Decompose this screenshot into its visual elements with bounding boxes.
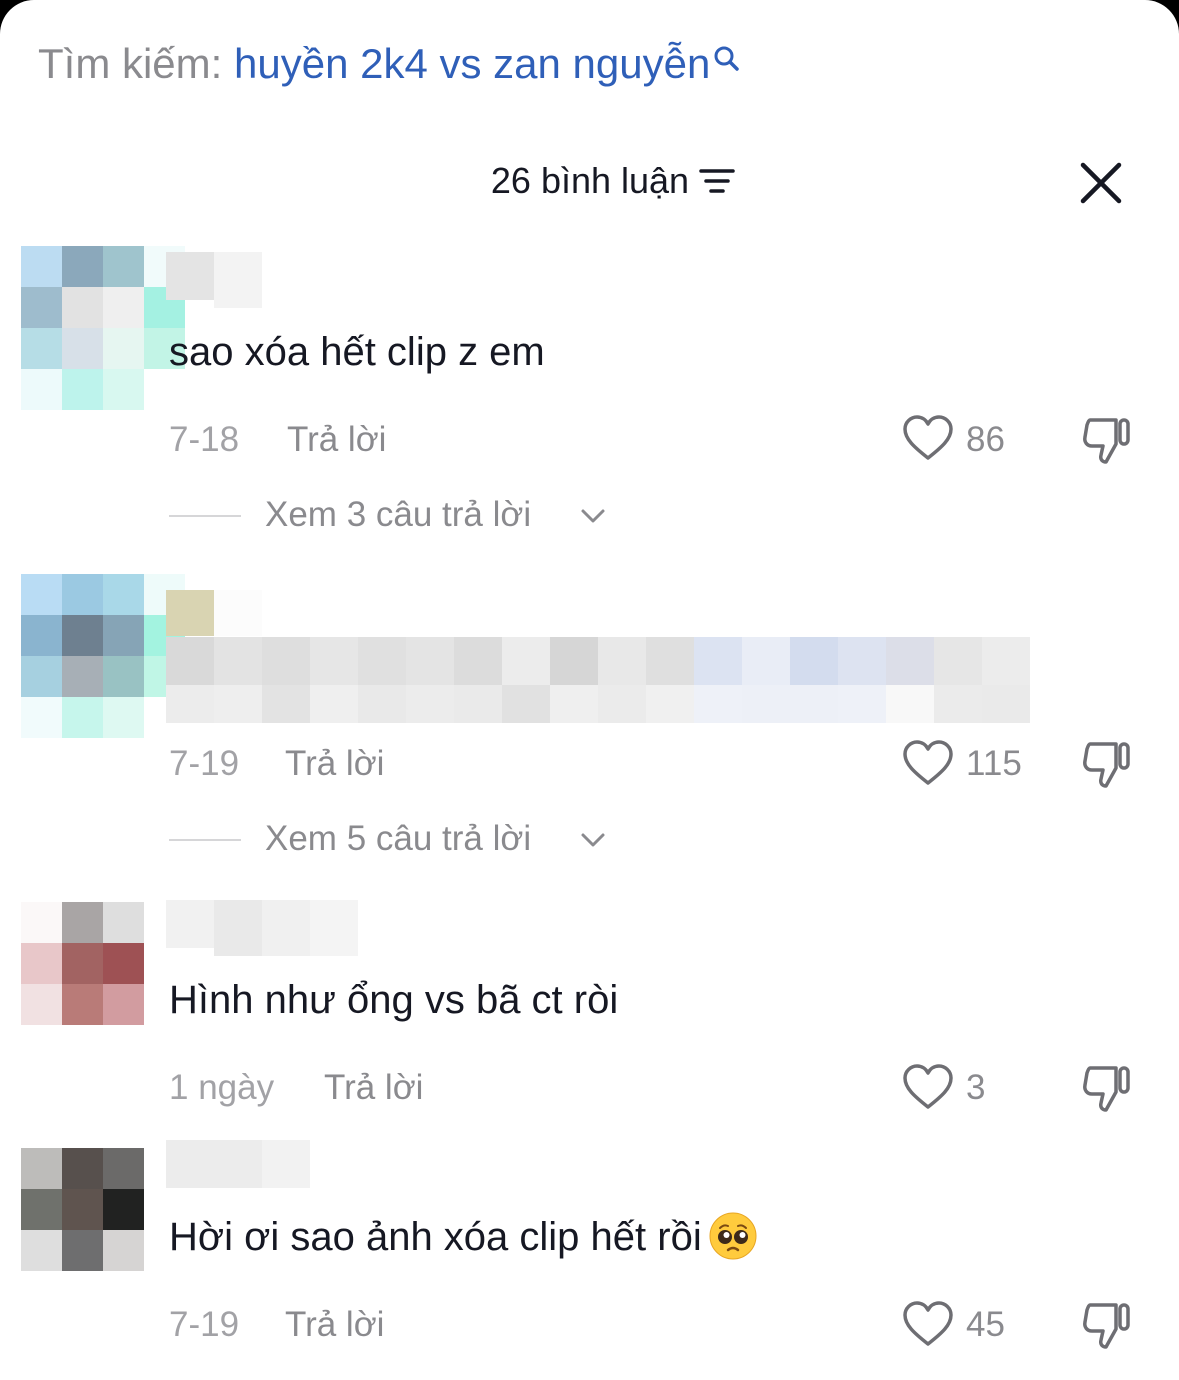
avatar[interactable]	[21, 246, 185, 410]
like-count: 86	[966, 420, 1005, 459]
comment-text: sao xóa hết clip z em	[169, 330, 545, 374]
close-icon[interactable]	[1078, 160, 1124, 206]
like-count: 115	[966, 744, 1022, 783]
comment-text-content: Hời ơi sao ảnh xóa clip hết rồi	[169, 1215, 702, 1259]
search-query-link[interactable]: huyền 2k4 vs zan nguyễn	[234, 40, 710, 87]
comments-sheet: Tìm kiếm: huyền 2k4 vs zan nguyễn 26 bìn…	[0, 0, 1179, 1380]
comment-date: 7-18	[169, 420, 240, 459]
view-replies-button[interactable]: Xem 3 câu trả lời	[169, 495, 619, 535]
dislike-icon[interactable]	[1080, 414, 1132, 466]
comments-header: 26 bình luận	[0, 160, 1179, 202]
search-suggestion[interactable]: Tìm kiếm: huyền 2k4 vs zan nguyễn	[38, 40, 742, 88]
dislike-icon[interactable]	[1080, 1299, 1132, 1351]
comment-text-redacted	[166, 637, 1030, 723]
view-replies-label: Xem 3 câu trả lời	[265, 495, 532, 534]
username-redacted[interactable]	[166, 1140, 310, 1188]
heart-icon[interactable]	[902, 415, 954, 461]
divider-line	[169, 515, 241, 517]
heart-icon[interactable]	[902, 1301, 954, 1347]
reply-button[interactable]: Trả lời	[285, 744, 384, 784]
view-replies-label: Xem 5 câu trả lời	[265, 819, 532, 858]
chevron-down-icon	[581, 509, 605, 523]
search-icon	[714, 46, 740, 71]
reply-button[interactable]: Trả lời	[287, 420, 386, 460]
divider-line	[169, 839, 241, 841]
sort-icon[interactable]	[699, 166, 735, 196]
dislike-icon[interactable]	[1080, 738, 1132, 790]
reply-button[interactable]: Trả lời	[324, 1068, 423, 1108]
comment-date: 1 ngày	[169, 1068, 275, 1107]
avatar[interactable]	[21, 1148, 185, 1271]
comment-text: Hình như ổng vs bã ct ròi	[169, 978, 619, 1022]
heart-icon[interactable]	[902, 1064, 954, 1110]
avatar[interactable]	[21, 574, 185, 738]
heart-icon[interactable]	[902, 740, 954, 786]
chevron-down-icon	[581, 833, 605, 847]
like-count: 3	[966, 1068, 986, 1107]
comment-date: 7-19	[169, 1305, 240, 1344]
like-count: 45	[966, 1305, 1005, 1344]
username-redacted[interactable]	[166, 252, 262, 308]
reply-button[interactable]: Trả lời	[285, 1305, 384, 1345]
comment-date: 7-19	[169, 744, 240, 783]
avatar[interactable]	[21, 902, 185, 1025]
pleading-face-emoji	[709, 1212, 757, 1260]
username-redacted[interactable]	[166, 590, 262, 636]
comment-text: Hời ơi sao ảnh xóa clip hết rồi	[169, 1212, 758, 1261]
dislike-icon[interactable]	[1080, 1062, 1132, 1114]
username-redacted[interactable]	[166, 900, 358, 956]
view-replies-button[interactable]: Xem 5 câu trả lời	[169, 819, 619, 859]
search-prefix: Tìm kiếm:	[38, 40, 223, 87]
comment-count-title: 26 bình luận	[490, 160, 690, 201]
